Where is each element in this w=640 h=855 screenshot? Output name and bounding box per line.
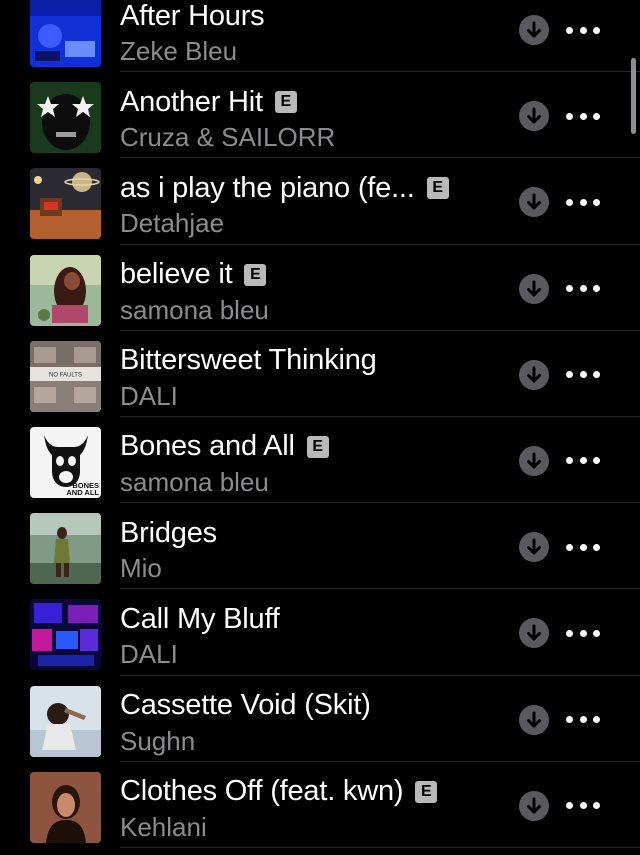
more-button[interactable] [566,447,600,475]
explicit-badge: E [244,263,267,286]
download-arrow-icon [527,21,541,38]
ellipsis-icon [566,543,573,551]
ellipsis-icon [566,198,573,206]
song-title: Cassette Void (Skit) [120,689,371,721]
song-title: as i play the piano (fe... [120,171,415,204]
download-arrow-icon [527,624,541,641]
ellipsis-icon [566,26,573,34]
explicit-badge: E [415,780,438,803]
more-button[interactable] [566,102,600,130]
song-artist: Zeke Bleu [120,36,238,66]
song-title: After Hours [120,0,265,32]
ellipsis-icon [566,371,573,379]
download-button[interactable] [519,445,549,476]
song-artist: Sughn [120,725,196,756]
album-art [30,254,101,326]
song-artist: Kehlani [120,811,207,842]
song-list: After Hours Zeke Bleu Another Hit E Cruz… [0,0,640,848]
download-arrow-icon [527,797,541,814]
more-button[interactable] [566,619,600,647]
download-arrow-icon [527,538,541,555]
song-artist: Mio [120,553,162,584]
download-arrow-icon [527,452,541,469]
more-button[interactable] [566,16,600,44]
more-button[interactable] [566,706,600,734]
ellipsis-icon [566,716,573,723]
download-button[interactable] [519,187,549,218]
album-art [30,599,101,671]
album-art [30,771,101,843]
album-art [30,168,101,240]
album-art: BONES AND ALL [30,426,101,498]
ellipsis-icon [566,629,573,637]
song-row[interactable]: Call My Bluff DALI [0,589,640,676]
song-artist: DALI [120,639,178,670]
explicit-badge: E [306,435,329,458]
song-title: believe it [120,258,233,291]
download-button[interactable] [519,359,549,390]
album-art: NO FAULTS [30,340,101,412]
song-row[interactable]: NO FAULTS Bittersweet Thinking DALI [0,331,640,417]
explicit-badge: E [274,91,297,114]
more-button[interactable] [566,792,600,820]
song-row[interactable]: Cassette Void (Skit) Sughn [0,676,640,762]
song-title: Bones and All [120,430,295,463]
download-button[interactable] [519,15,549,45]
download-button[interactable] [519,790,549,821]
song-row[interactable]: Bridges Mio [0,503,640,590]
download-arrow-icon [527,193,541,210]
song-title: Call My Bluff [120,602,280,635]
ellipsis-icon [566,112,573,120]
song-title: Clothes Off (feat. kwn) [120,775,404,808]
song-row[interactable]: Another Hit E Cruza & SAILORR [0,72,640,159]
song-row[interactable]: BONES AND ALL Bones and All E samona ble… [0,417,640,504]
divider [120,846,640,848]
song-row[interactable]: Clothes Off (feat. kwn) E Kehlani [0,762,640,848]
song-row[interactable]: believe it E samona bleu [0,245,640,331]
download-button[interactable] [519,618,549,649]
download-arrow-icon [527,107,541,124]
album-art [30,513,101,585]
art-caption: AND ALL [66,488,99,497]
song-artist: Cruza & SAILORR [120,122,336,153]
scrollbar[interactable] [631,58,636,134]
more-button[interactable] [566,533,600,561]
download-arrow-icon [527,280,541,297]
download-button[interactable] [519,273,549,304]
song-title: Another Hit [120,85,263,118]
album-art [30,82,101,154]
album-art [30,0,101,67]
more-button[interactable] [566,275,600,303]
song-artist: Detahjae [120,208,225,239]
more-button[interactable] [566,188,600,216]
song-artist: DALI [120,380,178,411]
art-caption: NO FAULTS [49,372,82,378]
download-button[interactable] [519,704,549,735]
ellipsis-icon [566,802,573,810]
download-button[interactable] [519,101,549,132]
song-title: Bittersweet Thinking [120,344,377,377]
song-title: Bridges [120,516,217,549]
download-arrow-icon [527,711,541,727]
ellipsis-icon [566,457,573,465]
song-artist: samona bleu [120,466,269,497]
album-art [30,685,101,757]
song-row[interactable]: After Hours Zeke Bleu [0,0,640,73]
download-button[interactable] [519,532,549,563]
more-button[interactable] [566,361,600,389]
ellipsis-icon [566,285,573,293]
song-artist: samona bleu [120,294,269,325]
song-row[interactable]: as i play the piano (fe... E Detahjae [0,158,640,245]
explicit-badge: E [426,177,449,200]
download-arrow-icon [527,366,541,383]
